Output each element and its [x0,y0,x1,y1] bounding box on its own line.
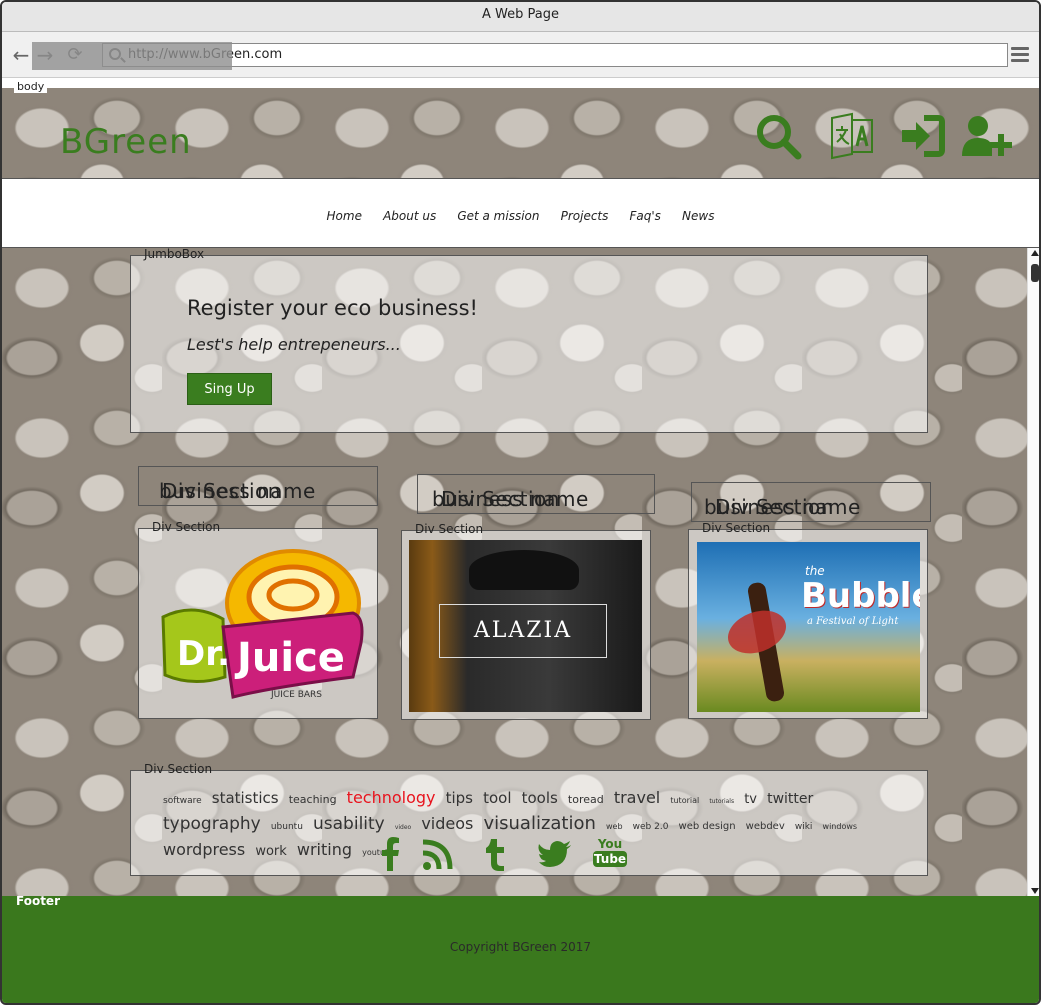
tag[interactable]: writing [297,840,352,859]
tag[interactable]: windows [823,822,858,831]
juice-text: Juice [234,635,345,681]
tag[interactable]: ubuntu [271,822,303,832]
tag[interactable]: travel [614,788,660,807]
body-label: body [14,80,48,93]
business-name-section: Div Section business name [138,466,378,506]
business-name-section: Div Section business name [417,474,655,514]
facebook-icon[interactable] [375,837,407,873]
business-name[interactable]: business name [159,479,316,503]
section-legend: Div Section [152,520,221,534]
site-footer: Footer Copyright BGreen 2017 [2,894,1039,1003]
tag[interactable]: web 2.0 [633,822,669,832]
tag[interactable]: video [395,824,411,831]
tag[interactable]: tools [522,789,558,807]
tag[interactable]: software [163,796,202,806]
alazia-image: ALAZIA [409,540,642,712]
scrollbar[interactable] [1027,248,1039,896]
tag[interactable]: typography [163,814,261,834]
nav-item-about-us[interactable]: About us [383,209,436,223]
tag[interactable]: usability [313,814,385,834]
bubble-text: Bubble [801,576,920,616]
tag[interactable]: technology [347,788,436,807]
nav-highlight [32,42,232,70]
dr-juice-logo: Dr. Juice JUICE BARS [161,549,364,700]
business-name[interactable]: business name [432,487,589,511]
business-name-section: Div Section business name [691,482,931,522]
jumbo-box: JumboBox Register your eco business! Les… [130,248,928,433]
main-nav: Home About us Get a mission Projects Faq… [2,178,1039,248]
tag[interactable]: toread [568,793,604,806]
translate-icon[interactable] [828,112,876,160]
tag[interactable]: statistics [212,789,279,807]
site-logo[interactable]: BGreen [60,122,192,162]
twitter-icon[interactable] [537,837,573,873]
search-icon[interactable] [754,112,802,160]
scroll-up-icon[interactable] [1031,250,1039,256]
content-area: JumboBox Register your eco business! Les… [2,248,1027,896]
tag[interactable]: wordpress [163,840,245,859]
tag[interactable]: web design [679,821,736,832]
nav-item-get-a-mission[interactable]: Get a mission [457,209,539,223]
tag[interactable]: videos [421,814,473,833]
address-bar[interactable]: http://www.bGreen.com [102,43,1008,67]
nav-item-news[interactable]: News [682,209,714,223]
tag[interactable]: tutorial [670,796,699,805]
business-card[interactable]: Div Section the Bubble a Festival of Lig… [688,521,928,719]
tag[interactable]: wiki [795,822,813,832]
alazia-text: ALAZIA [439,604,607,658]
section-legend: Div Section [702,521,771,535]
add-user-icon[interactable] [960,112,1012,160]
youtube-you: You [597,837,623,851]
footer-label: Footer [16,894,60,908]
business-name[interactable]: business name [704,495,861,519]
tags-legend: Div Section [144,762,213,776]
tag[interactable]: tv [744,792,757,807]
login-icon[interactable] [898,112,946,160]
tag-cloud-section: Div Section software statistics teaching… [130,762,928,876]
tumblr-icon[interactable] [479,837,511,873]
scroll-down-icon[interactable] [1031,888,1039,894]
business-card[interactable]: Div Section Dr. Juice JUICE BARS [138,520,378,719]
window-title: A Web Page [2,2,1039,32]
nav-item-faqs[interactable]: Faq's [629,209,660,223]
tag[interactable]: teaching [289,793,337,806]
tag[interactable]: twitter [767,791,813,807]
menu-icon[interactable] [1011,47,1029,63]
business-card[interactable]: Div Section ALAZIA [401,522,651,720]
back-icon[interactable]: ← [10,44,32,66]
youtube-tube: Tube [593,851,627,867]
festival-text: a Festival of Light [807,616,899,627]
jumbo-legend: JumboBox [144,248,205,261]
the-bubble-image: the Bubble a Festival of Light [697,542,920,712]
tag[interactable]: tool [483,789,511,807]
jumbo-subline: Lest's help entrepeneurs... [187,335,401,354]
tag[interactable]: web [606,822,623,831]
tag[interactable]: webdev [746,821,785,832]
tag[interactable]: tutorials [709,798,734,805]
copyright-text: Copyright BGreen 2017 [449,940,592,954]
juice-bars-text: JUICE BARS [270,690,322,700]
tag[interactable]: work [255,844,286,859]
tag[interactable]: tips [446,789,473,807]
scroll-thumb[interactable] [1031,264,1039,282]
dr-juice-text: Dr. [177,634,230,674]
nav-item-projects[interactable]: Projects [561,209,609,223]
section-legend: Div Section [415,522,484,536]
tag[interactable]: visualization [483,813,595,834]
browser-window: A Web Page ← → ⟳ http://www.bGreen.com b… [0,0,1041,1005]
jumbo-headline: Register your eco business! [187,296,478,320]
youtube-icon[interactable]: You Tube [593,837,627,873]
rss-icon[interactable] [421,837,453,873]
social-links: You Tube [371,837,631,873]
sign-up-button[interactable]: Sing Up [187,373,272,405]
site-header: BGreen [2,88,1039,178]
nav-item-home[interactable]: Home [327,209,362,223]
